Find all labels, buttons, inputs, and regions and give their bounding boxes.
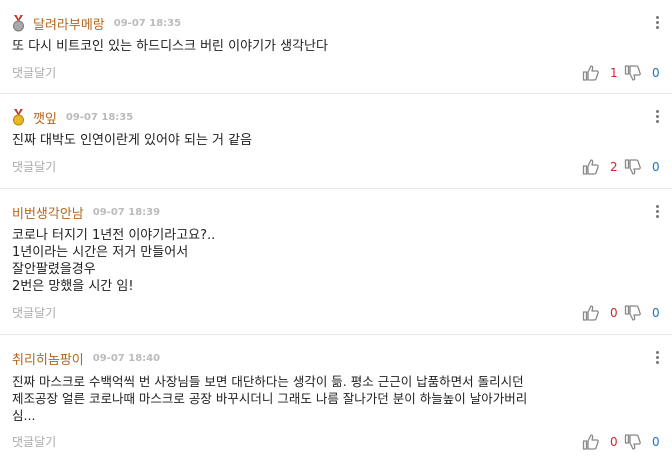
comment-time: 09-07 18:40 (92, 352, 161, 364)
more-options-icon[interactable] (656, 205, 660, 220)
vote-group: 0 0 (582, 433, 660, 451)
comment-item: 깻잎 09-07 18:35 진짜 대박도 인연이란게 있어야 되는 거 같음 … (0, 94, 672, 189)
dislike-button[interactable]: 0 (624, 433, 660, 451)
reply-button[interactable]: 댓글달기 (12, 64, 56, 81)
like-button[interactable]: 2 (582, 158, 624, 176)
like-button[interactable]: 0 (582, 433, 624, 451)
comment-list: 달려라부메랑 09-07 18:35 또 다시 비트코인 있는 하드디스크 버린… (0, 0, 672, 466)
more-options-icon[interactable] (656, 351, 660, 366)
reply-button[interactable]: 댓글달기 (12, 304, 56, 321)
comment-footer: 댓글달기 0 0 (12, 295, 660, 335)
dislike-button[interactable]: 0 (624, 158, 660, 176)
comment-time: 09-07 18:39 (92, 206, 161, 218)
comment-time: 09-07 18:35 (113, 17, 182, 29)
comment-footer: 댓글달기 1 0 (12, 55, 660, 95)
dislike-count: 0 (652, 435, 660, 449)
comment-item: 달려라부메랑 09-07 18:35 또 다시 비트코인 있는 하드디스크 버린… (0, 0, 672, 94)
thumbs-up-icon (582, 159, 599, 175)
thumbs-up-icon (582, 65, 599, 81)
dislike-count: 0 (652, 160, 660, 174)
comment-header: 비번생각안남 09-07 18:39 (12, 203, 660, 222)
like-count: 2 (610, 160, 618, 174)
comment-text: 또 다시 비트코인 있는 하드디스크 버린 이야기가 생각난다 (12, 39, 328, 54)
thumbs-down-icon (624, 434, 641, 450)
comment-text: 코로나 터지기 1년전 이야기라고요?.. 1년이라는 시간은 저거 만들어서 … (12, 228, 216, 294)
thumbs-up-icon (582, 305, 599, 321)
comment-header: 취리히놈팡이 09-07 18:40 (12, 349, 660, 368)
comment-nickname[interactable]: 취리히놈팡이 (12, 349, 84, 368)
comment-header: 깻잎 09-07 18:35 (12, 108, 660, 127)
comment-text: 진짜 대박도 인연이란게 있어야 되는 거 같음 (12, 133, 253, 148)
thumbs-down-icon (624, 305, 641, 321)
like-button[interactable]: 1 (582, 64, 624, 82)
comment-footer: 댓글달기 2 0 (12, 149, 660, 189)
comment-time: 09-07 18:35 (65, 111, 134, 123)
vote-group: 0 0 (582, 304, 660, 322)
thumbs-up-icon (582, 434, 599, 450)
more-options-icon[interactable] (656, 110, 660, 125)
comment-nickname[interactable]: 깻잎 (33, 108, 57, 127)
like-count: 0 (610, 435, 618, 449)
like-count: 1 (610, 66, 618, 80)
comment-text: 진짜 마스크로 수백억씩 번 사장님들 보면 대단하다는 생각이 듦. 평소 근… (12, 374, 528, 423)
thumbs-down-icon (624, 159, 641, 175)
comment-nickname[interactable]: 달려라부메랑 (33, 14, 105, 33)
vote-group: 1 0 (582, 64, 660, 82)
reply-button[interactable]: 댓글달기 (12, 158, 56, 175)
dislike-count: 0 (652, 66, 660, 80)
gold-medal-icon (12, 108, 25, 126)
like-button[interactable]: 0 (582, 304, 624, 322)
silver-medal-icon (12, 14, 25, 32)
reply-button[interactable]: 댓글달기 (12, 433, 56, 450)
comment-item: 취리히놈팡이 09-07 18:40 진짜 마스크로 수백억씩 번 사장님들 보… (0, 335, 672, 466)
dislike-count: 0 (652, 306, 660, 320)
vote-group: 2 0 (582, 158, 660, 176)
more-options-icon[interactable] (656, 16, 660, 31)
dislike-button[interactable]: 0 (624, 304, 660, 322)
comment-header: 달려라부메랑 09-07 18:35 (12, 14, 660, 33)
comment-footer: 댓글달기 0 0 (12, 424, 660, 460)
comment-nickname[interactable]: 비번생각안남 (12, 203, 84, 222)
dislike-button[interactable]: 0 (624, 64, 660, 82)
thumbs-down-icon (624, 65, 641, 81)
comment-item: 비번생각안남 09-07 18:39 코로나 터지기 1년전 이야기라고요?..… (0, 189, 672, 335)
like-count: 0 (610, 306, 618, 320)
